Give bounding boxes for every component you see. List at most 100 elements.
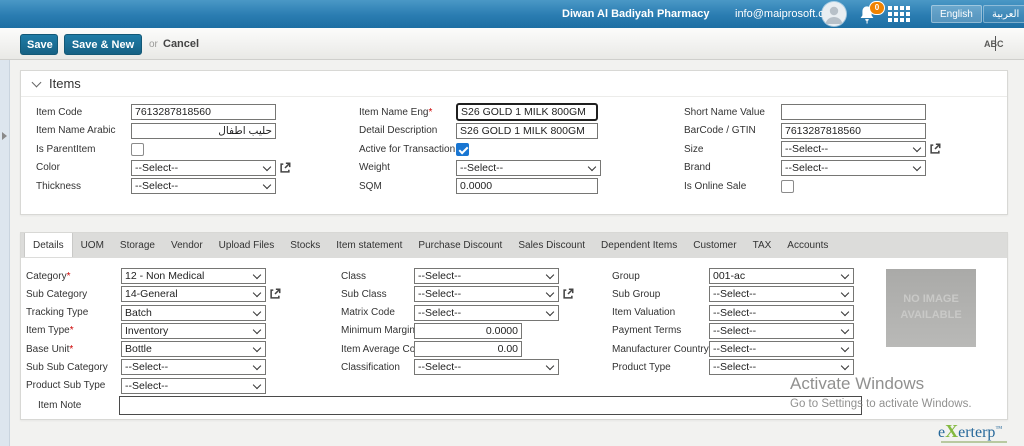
chevron-down-icon [841, 307, 849, 315]
chevron-down-icon [841, 344, 849, 352]
item-note-row: Item Note [38, 396, 862, 415]
payment-terms-select[interactable]: --Select-- [709, 323, 854, 339]
exerterp-logo: eXerterp™ [938, 421, 1002, 442]
item-code-input[interactable] [131, 104, 276, 120]
group-select[interactable]: 001-ac [709, 268, 854, 284]
label-group: Group [612, 271, 709, 282]
tab-sales-discount[interactable]: Sales Discount [510, 233, 593, 257]
chevron-down-icon [913, 162, 921, 170]
user-avatar[interactable] [822, 2, 846, 26]
barcode-gtin-input[interactable] [781, 123, 926, 139]
item-image-placeholder: NO IMAGE AVAILABLE [886, 269, 976, 347]
tab-uom[interactable]: UOM [73, 233, 112, 257]
tab-vendor[interactable]: Vendor [163, 233, 211, 257]
chevron-down-icon [841, 362, 849, 370]
matrix-code-select[interactable]: --Select-- [414, 305, 559, 321]
label-short-name-value: Short Name Value [684, 107, 781, 118]
tab-customer[interactable]: Customer [685, 233, 744, 257]
chevron-down-icon [253, 326, 261, 334]
detail-description-input[interactable] [456, 123, 598, 139]
label-item-type: Item Type* [26, 325, 121, 336]
item-name-arabic-input[interactable] [131, 123, 276, 139]
label-product-sub-type: Product Sub Type [26, 380, 121, 391]
apps-grid-icon[interactable] [888, 6, 911, 23]
label-base-unit: Base Unit* [26, 344, 121, 355]
manufacturer-country-select[interactable]: --Select-- [709, 341, 854, 357]
activate-windows-watermark-sub: Go to Settings to activate Windows. [790, 398, 972, 410]
tab-dependent-items[interactable]: Dependent Items [593, 233, 685, 257]
thickness-select[interactable]: --Select-- [131, 178, 276, 194]
chevron-down-icon [253, 344, 261, 352]
sub-sub-category-select[interactable]: --Select-- [121, 359, 266, 375]
classification-select[interactable]: --Select-- [414, 359, 559, 375]
sidebar-collapsed-strip[interactable] [0, 60, 10, 446]
chevron-down-icon [841, 289, 849, 297]
no-image-text: NO IMAGE AVAILABLE [895, 292, 967, 324]
base-unit-select[interactable]: Bottle [121, 341, 266, 357]
class-select[interactable]: --Select-- [414, 268, 559, 284]
tab-details[interactable]: Details [24, 233, 73, 257]
action-toolbar: Save Save & New or Cancel ABC [0, 28, 1024, 60]
label-detail-description: Detail Description [359, 125, 456, 136]
items-form: Item Code Item Name Eng* Short Name Valu… [21, 97, 1007, 194]
tab-storage[interactable]: Storage [112, 233, 163, 257]
weight-select[interactable]: --Select-- [456, 160, 601, 176]
sqm-input[interactable] [456, 178, 598, 194]
sub-group-select[interactable]: --Select-- [709, 286, 854, 302]
label-minimum-margin: Minimum Margin [341, 325, 414, 336]
chevron-down-icon [546, 271, 554, 279]
label-item-note: Item Note [38, 400, 119, 411]
tab-upload-files[interactable]: Upload Files [211, 233, 283, 257]
short-name-value-input[interactable] [781, 104, 926, 120]
label-sub-sub-category: Sub Sub Category [26, 362, 121, 373]
save-button[interactable]: Save [20, 34, 58, 55]
color-select[interactable]: --Select-- [131, 160, 276, 176]
label-manufacturer-country: Manufacturer Country [612, 344, 709, 355]
category-select[interactable]: 12 - Non Medical [121, 268, 266, 284]
sub-category-select[interactable]: 14-General [121, 286, 266, 302]
tab-item-statement[interactable]: Item statement [328, 233, 410, 257]
brand-select[interactable]: --Select-- [781, 160, 926, 176]
external-link-icon[interactable] [562, 288, 574, 300]
product-sub-type-select[interactable]: --Select-- [121, 378, 266, 394]
is-parent-item-checkbox[interactable] [131, 143, 144, 156]
item-average-cost-input[interactable] [414, 341, 522, 357]
label-category: Category* [26, 271, 121, 282]
item-note-input[interactable] [119, 396, 862, 415]
language-arabic-button[interactable]: العربية [983, 5, 1024, 23]
label-thickness: Thickness [36, 181, 131, 192]
label-classification: Classification [341, 362, 414, 373]
cancel-link[interactable]: Cancel [163, 38, 199, 50]
label-sub-class: Sub Class [341, 289, 414, 300]
items-panel-header[interactable]: Items [21, 71, 1007, 97]
text-cursor-icon [995, 36, 996, 51]
minimum-margin-input[interactable] [414, 323, 522, 339]
active-for-transaction-checkbox[interactable] [456, 143, 469, 156]
item-valuation-select[interactable]: --Select-- [709, 305, 854, 321]
chevron-down-icon [253, 271, 261, 279]
tab-accounts[interactable]: Accounts [779, 233, 836, 257]
tab-tax[interactable]: TAX [745, 233, 780, 257]
size-select[interactable]: --Select-- [781, 141, 926, 157]
tab-stocks[interactable]: Stocks [282, 233, 328, 257]
language-english-button[interactable]: English [931, 5, 982, 23]
label-is-online-sale: Is Online Sale [684, 181, 781, 192]
tracking-type-select[interactable]: Batch [121, 305, 266, 321]
label-brand: Brand [684, 162, 781, 173]
label-sqm: SQM [359, 181, 456, 192]
save-and-new-button[interactable]: Save & New [64, 34, 142, 55]
sub-class-select[interactable]: --Select-- [414, 286, 559, 302]
label-barcode-gtin: BarCode / GTIN [684, 125, 781, 136]
sidebar-expand-arrow-icon[interactable] [2, 132, 7, 140]
chevron-down-icon [253, 381, 261, 389]
item-type-select[interactable]: Inventory [121, 323, 266, 339]
label-sub-category: Sub Category [26, 289, 121, 300]
label-item-name-eng: Item Name Eng* [359, 107, 456, 118]
tab-purchase-discount[interactable]: Purchase Discount [410, 233, 510, 257]
is-online-sale-checkbox[interactable] [781, 180, 794, 193]
external-link-icon[interactable] [929, 143, 941, 155]
spell-check-icon[interactable]: ABC [984, 39, 1004, 49]
item-name-eng-input[interactable] [456, 103, 598, 121]
external-link-icon[interactable] [269, 288, 281, 300]
external-link-icon[interactable] [279, 162, 291, 174]
